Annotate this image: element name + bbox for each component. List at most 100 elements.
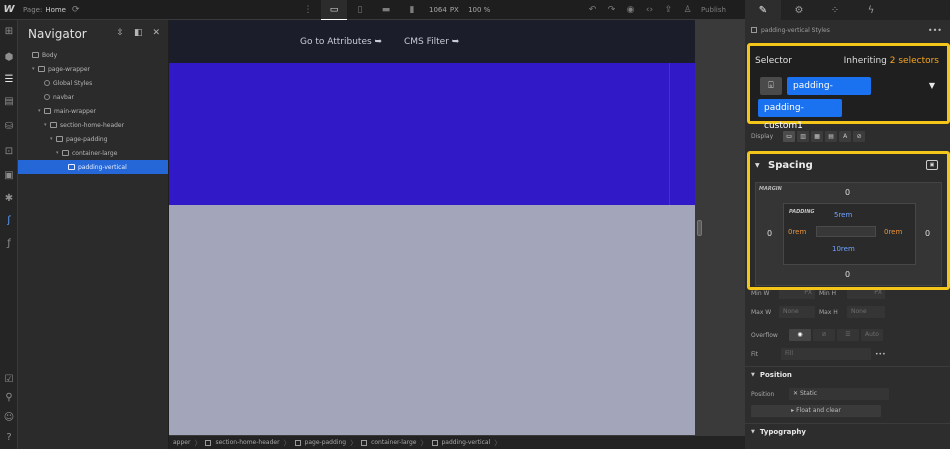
- margin-top-value[interactable]: 0: [845, 188, 850, 197]
- breadcrumb-item[interactable]: padding-vertical: [428, 439, 495, 446]
- navigator-item[interactable]: ▾ main-wrapper: [18, 104, 168, 118]
- navigator-item[interactable]: ▾ page-wrapper: [18, 62, 168, 76]
- fit-select[interactable]: Fill: [781, 348, 871, 360]
- margin-bottom-value[interactable]: 0: [845, 270, 850, 279]
- float-clear-button[interactable]: ▸ Float and clear: [751, 405, 881, 417]
- navigator-icon[interactable]: ☰: [0, 74, 18, 85]
- navigator-item[interactable]: ▾ page-padding: [18, 132, 168, 146]
- pages-icon[interactable]: ▤: [0, 96, 18, 107]
- selector-dropdown-icon[interactable]: ▼: [929, 81, 935, 90]
- custom-code-icon[interactable]: ƒ: [0, 238, 18, 249]
- navigator-item[interactable]: Global Styles: [18, 76, 168, 90]
- symbols-icon[interactable]: ⬢: [0, 52, 18, 63]
- navigator-item[interactable]: Body: [18, 48, 168, 62]
- help-icon[interactable]: ?: [0, 432, 18, 443]
- site-navbar[interactable]: Go to Attributes ➥ CMS Filter ➥: [169, 20, 695, 63]
- tablet-breakpoint-icon[interactable]: ▯: [347, 0, 373, 20]
- overflow-label: Overflow: [751, 331, 778, 339]
- more-options-icon[interactable]: •••: [928, 26, 942, 35]
- page-toggle-icon[interactable]: ⟳: [72, 5, 80, 15]
- mobile-portrait-icon[interactable]: ▮: [399, 0, 425, 20]
- dock-panel-icon[interactable]: ◧: [134, 28, 143, 38]
- margin-right-value[interactable]: 0: [925, 229, 930, 238]
- component-icon: [44, 80, 50, 86]
- go-to-attributes-link[interactable]: Go to Attributes ➥: [300, 37, 382, 47]
- code-icon[interactable]: ‹›: [640, 0, 659, 20]
- display-flex-icon[interactable]: ▥: [797, 130, 810, 142]
- padding-left-value[interactable]: 0rem: [788, 228, 806, 236]
- position-section-header[interactable]: ▼ Position: [745, 366, 950, 382]
- settings-tab-gear-icon[interactable]: ⚙: [781, 0, 817, 20]
- overflow-auto-button[interactable]: Auto: [861, 329, 883, 341]
- cms-filter-link[interactable]: CMS Filter ➥: [404, 37, 459, 47]
- redo-icon[interactable]: ↷: [602, 0, 621, 20]
- overflow-scroll-icon[interactable]: ☰: [837, 329, 859, 341]
- display-none-icon[interactable]: ⊘: [853, 130, 866, 142]
- overflow-visible-icon[interactable]: ◉: [789, 329, 811, 341]
- style-tab-brush-icon[interactable]: ✎: [745, 0, 781, 20]
- display-label: Display: [751, 132, 774, 140]
- element-icon: [32, 52, 39, 58]
- search-icon[interactable]: ⚲: [0, 392, 18, 403]
- chevron-down-icon[interactable]: ▼: [755, 162, 760, 169]
- publish-button[interactable]: Publish: [701, 6, 726, 14]
- navigator-item[interactable]: ▾ section-home-header: [18, 118, 168, 132]
- max-w-input[interactable]: None: [779, 306, 815, 318]
- navigator-item-label: navbar: [53, 93, 74, 101]
- max-h-input[interactable]: None: [847, 306, 885, 318]
- inheriting-count[interactable]: 2 selectors: [890, 56, 939, 66]
- collapse-all-icon[interactable]: ⇳: [116, 28, 124, 38]
- undo-icon[interactable]: ↶: [583, 0, 602, 20]
- class-chip-padding-custom1[interactable]: padding-custom1: [758, 99, 842, 131]
- webflow-logo[interactable]: W: [0, 4, 18, 15]
- fit-more-icon[interactable]: •••: [875, 351, 886, 358]
- selected-padding-element[interactable]: [169, 205, 695, 435]
- breadcrumb-item[interactable]: container-large: [357, 439, 420, 446]
- breadcrumb-item[interactable]: section-home-header: [201, 439, 283, 446]
- canvas-resize-handle[interactable]: [697, 220, 702, 236]
- canvas-width[interactable]: 1064: [429, 6, 447, 14]
- overflow-hidden-icon[interactable]: ⊘: [813, 329, 835, 341]
- display-grid-icon[interactable]: ▦: [811, 130, 824, 142]
- navigator-item[interactable]: ▾ container-large: [18, 146, 168, 160]
- tasks-icon[interactable]: ☑: [0, 374, 18, 385]
- breadcrumb-item[interactable]: apper: [169, 439, 194, 446]
- mobile-landscape-icon[interactable]: ▬: [373, 0, 399, 20]
- inheriting-selectors[interactable]: Inheriting 2 selectors: [844, 56, 939, 66]
- selector-state-icon[interactable]: ⌺: [760, 77, 782, 95]
- typography-section-header[interactable]: ▼ Typography: [745, 423, 950, 439]
- ecommerce-icon[interactable]: ⊡: [0, 146, 18, 157]
- more-options-icon[interactable]: ⋮: [295, 0, 321, 20]
- close-icon[interactable]: ✕: [152, 28, 160, 38]
- page-selector[interactable]: Home: [45, 6, 66, 14]
- team-icon[interactable]: ☺: [0, 412, 18, 423]
- design-canvas[interactable]: Go to Attributes ➥ CMS Filter ➥ apper 〉 se…: [169, 20, 745, 449]
- navigator-actions: ⇳ ◧ ✕: [116, 28, 160, 38]
- style-manager-tab-icon[interactable]: ⁘: [817, 0, 853, 20]
- assets-icon[interactable]: ▣: [0, 170, 18, 181]
- interactions-tab-bolt-icon[interactable]: ϟ: [853, 0, 889, 20]
- settings-icon[interactable]: ✱: [0, 193, 18, 204]
- padding-bottom-value[interactable]: 10rem: [832, 245, 855, 253]
- padding-right-value[interactable]: 0rem: [884, 228, 902, 236]
- breadcrumb-item[interactable]: page-padding: [291, 439, 351, 446]
- add-elements-icon[interactable]: ⊞: [0, 26, 18, 37]
- display-inline-block-icon[interactable]: ▤: [825, 130, 838, 142]
- display-inline-icon[interactable]: A: [839, 130, 852, 142]
- cms-icon[interactable]: ⛁: [0, 121, 18, 132]
- desktop-breakpoint-icon[interactable]: ▭: [321, 0, 347, 20]
- export-icon[interactable]: ⇪: [659, 0, 678, 20]
- padding-top-value[interactable]: 5rem: [834, 211, 852, 219]
- display-block-icon[interactable]: ▭: [783, 130, 796, 142]
- logic-icon[interactable]: ʃ: [0, 215, 18, 226]
- navigator-item[interactable]: navbar: [18, 90, 168, 104]
- margin-left-value[interactable]: 0: [767, 229, 772, 238]
- collaborator-icon[interactable]: ♙: [678, 0, 697, 20]
- spacing-mode-icon[interactable]: ▣: [926, 160, 938, 170]
- class-chip-padding-vertical[interactable]: padding-vertical: [787, 77, 871, 109]
- navigator-item[interactable]: padding-vertical: [18, 160, 168, 174]
- breadcrumb-separator-icon: 〉: [350, 438, 358, 447]
- position-select[interactable]: ✕ Static: [789, 388, 889, 400]
- preview-icon[interactable]: ◉: [621, 0, 640, 20]
- hero-section[interactable]: [169, 63, 695, 205]
